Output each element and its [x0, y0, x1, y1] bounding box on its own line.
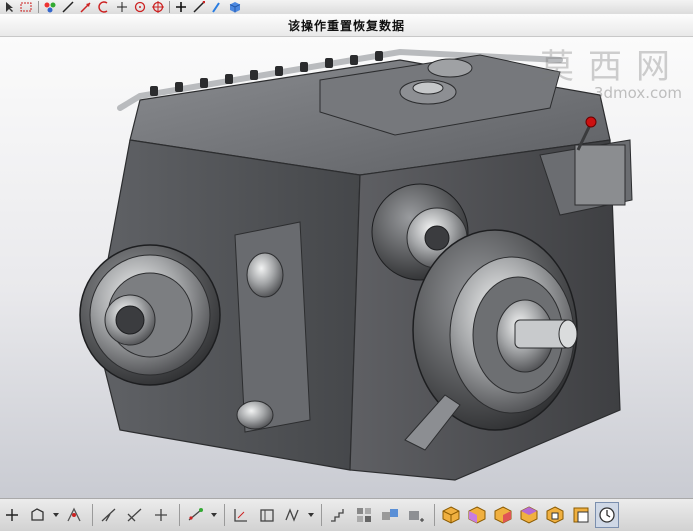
cursor-icon[interactable]	[208, 0, 226, 14]
toolbar-separator	[92, 504, 93, 526]
arc-icon[interactable]	[95, 0, 113, 14]
view-side-icon[interactable]	[517, 502, 541, 528]
view-fit-icon[interactable]	[569, 502, 593, 528]
profile-dropdown-icon[interactable]	[307, 502, 315, 528]
view-front-icon[interactable]	[465, 502, 489, 528]
trim-icon[interactable]	[62, 502, 86, 528]
cube-icon[interactable]	[226, 0, 244, 14]
transform-icon[interactable]	[378, 502, 402, 528]
axis-icon[interactable]	[149, 502, 173, 528]
line-icon[interactable]	[59, 0, 77, 14]
select-icon[interactable]	[0, 0, 18, 14]
view-top-icon[interactable]	[491, 502, 515, 528]
move-icon[interactable]	[404, 502, 428, 528]
marquee-icon[interactable]	[18, 0, 36, 14]
bottom-toolbar	[0, 498, 693, 531]
toolbar-separator	[169, 1, 170, 13]
top-toolbar	[0, 0, 693, 15]
view-iso-icon[interactable]	[439, 502, 463, 528]
constraint-icon[interactable]	[184, 502, 208, 528]
watermark-url: 3dmox.com	[593, 84, 682, 102]
toolbar-separator	[38, 1, 39, 13]
sketch-icon[interactable]	[26, 502, 50, 528]
filler-cap	[427, 58, 473, 78]
watermark: 莫西网 3dmox.com	[516, 39, 686, 109]
angle-icon[interactable]	[97, 502, 121, 528]
status-bar: 该操作重置恢复数据	[0, 14, 693, 37]
toolbar-separator	[224, 504, 225, 526]
side-flange	[234, 221, 311, 433]
clock-icon[interactable]	[595, 502, 619, 528]
add-icon[interactable]	[172, 0, 190, 14]
plus-icon[interactable]	[0, 502, 24, 528]
stair-icon[interactable]	[326, 502, 350, 528]
sketch-dropdown-icon[interactable]	[52, 502, 60, 528]
toolbar-separator	[321, 504, 322, 526]
target-icon[interactable]	[149, 0, 167, 14]
constraint-dropdown-icon[interactable]	[210, 502, 218, 528]
watermark-logo: 莫西网	[540, 47, 684, 87]
red-handle-knob[interactable]	[585, 116, 597, 128]
edit-line-icon[interactable]	[190, 0, 208, 14]
align-icon[interactable]	[229, 502, 253, 528]
line-arrow-icon[interactable]	[77, 0, 95, 14]
circle-point-icon[interactable]	[131, 0, 149, 14]
frame-icon[interactable]	[255, 502, 279, 528]
color-icon[interactable]	[41, 0, 59, 14]
profile-icon[interactable]	[281, 502, 305, 528]
flange-bearing	[246, 252, 284, 298]
graphics-viewport[interactable]: 莫西网 3dmox.com	[0, 37, 693, 498]
toolbar-separator	[434, 504, 435, 526]
valve-box	[574, 144, 626, 206]
view-back-icon[interactable]	[543, 502, 567, 528]
toolbar-separator	[179, 504, 180, 526]
main-bearing-housing	[412, 229, 578, 431]
status-message: 该操作重置恢复数据	[287, 19, 405, 33]
point-icon[interactable]	[113, 0, 131, 14]
flywheel-assembly	[79, 244, 221, 386]
angle-alt-icon[interactable]	[123, 502, 147, 528]
pattern-icon[interactable]	[352, 502, 376, 528]
